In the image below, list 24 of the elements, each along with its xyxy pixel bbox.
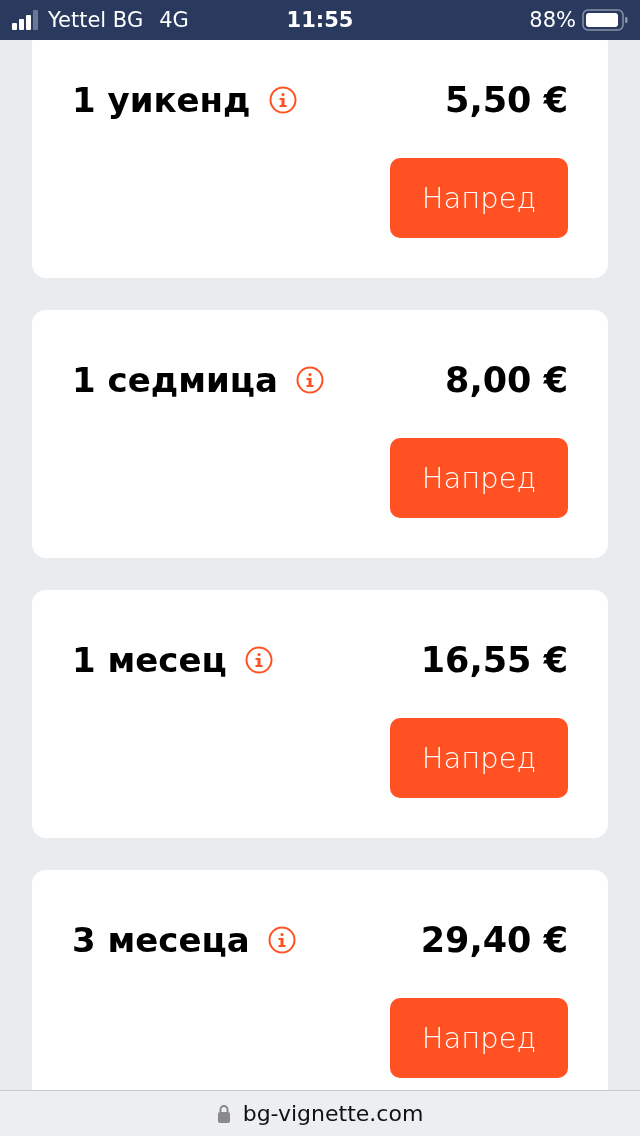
- url-text: bg-vignette.com: [242, 1101, 424, 1126]
- battery-icon: [582, 9, 628, 31]
- info-icon[interactable]: [244, 646, 273, 674]
- next-button[interactable]: Напред: [390, 998, 568, 1078]
- next-button[interactable]: Напред: [390, 718, 568, 798]
- next-button[interactable]: Напред: [390, 438, 568, 518]
- signal-icon: [12, 10, 40, 30]
- price: 8,00 €: [445, 360, 568, 400]
- network-type: 4G: [159, 8, 189, 32]
- info-icon[interactable]: [268, 86, 297, 114]
- carrier-name: Yettel BG: [48, 8, 144, 32]
- info-icon[interactable]: [267, 926, 296, 954]
- next-button[interactable]: Напред: [390, 158, 568, 238]
- battery-percent: 88%: [529, 8, 576, 32]
- vignette-title: 1 седмица: [72, 360, 278, 400]
- vignette-title: 1 уикенд: [72, 80, 251, 120]
- clock: 11:55: [285, 8, 355, 32]
- vignette-title: 1 месец: [72, 640, 227, 680]
- price: 16,55 €: [420, 640, 568, 680]
- vignette-title: 3 месеца: [72, 920, 250, 960]
- info-icon[interactable]: [295, 366, 324, 394]
- price: 5,50 €: [445, 80, 568, 120]
- price: 29,40 €: [420, 920, 568, 960]
- lock-icon: [216, 1104, 231, 1123]
